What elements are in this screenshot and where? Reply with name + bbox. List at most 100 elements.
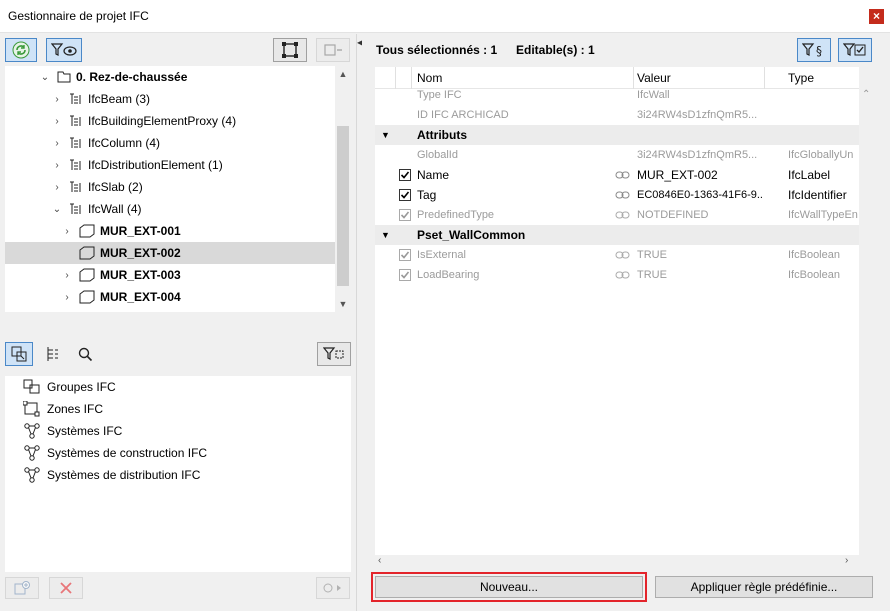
scroll-up-icon[interactable]: ▲: [335, 66, 351, 82]
column-header-value[interactable]: Valeur: [637, 71, 671, 85]
tree-scrollbar[interactable]: ▲ ▼: [335, 66, 351, 312]
property-row-id-ifc[interactable]: ID IFC ARCHICAD 3i24RW4sD1zfnQmR5...: [375, 105, 859, 125]
tree-row-ifcbeam[interactable]: › IfcBeam (3): [5, 88, 335, 110]
scroll-down-icon[interactable]: ▼: [335, 296, 351, 312]
predefinedtype-checkbox[interactable]: [399, 209, 411, 221]
select-in-model-button[interactable]: [273, 38, 307, 62]
property-row-predefinedtype[interactable]: PredefinedType NOTDEFINED IfcWallTypeEn: [375, 205, 859, 225]
storey-icon: [57, 71, 71, 83]
name-checkbox[interactable]: [399, 169, 411, 181]
tree-label: MUR_EXT-002: [100, 246, 181, 260]
groups-icon: [23, 379, 40, 394]
filter-selection-button[interactable]: [317, 342, 351, 366]
tag-checkbox[interactable]: [399, 189, 411, 201]
column-header-type[interactable]: Type: [788, 71, 814, 85]
tab-search[interactable]: [71, 342, 99, 366]
list-item-groupes[interactable]: Groupes IFC: [23, 376, 116, 398]
tree-row-ifcslab[interactable]: › IfcSlab (2): [5, 176, 335, 198]
chevron-right-icon[interactable]: ›: [61, 292, 73, 303]
property-row-type-ifc[interactable]: Type IFC IfcWall: [375, 85, 859, 105]
right-pane: Tous sélectionnés : 1 Editable(s) : 1 § …: [362, 34, 890, 611]
tab-groups[interactable]: [5, 342, 33, 366]
list-item-zones[interactable]: Zones IFC: [23, 398, 103, 420]
chevron-right-icon[interactable]: ›: [61, 270, 73, 281]
link-options-icon: [323, 583, 341, 593]
tree-row-wall-001[interactable]: › MUR_EXT-001: [5, 220, 335, 242]
tree-label: IfcBuildingElementProxy (4): [88, 114, 237, 128]
delete-button[interactable]: [49, 577, 83, 599]
left-footer: [0, 574, 356, 611]
collapse-triangle-icon[interactable]: ▼: [381, 130, 390, 140]
apply-predefined-rule-button[interactable]: Appliquer règle prédéfinie...: [655, 576, 873, 598]
tree-label: 0. Rez-de-chaussée: [76, 70, 188, 84]
tree-row-storey[interactable]: ⌄ 0. Rez-de-chaussée: [5, 66, 335, 88]
chevron-right-icon[interactable]: ›: [51, 138, 63, 149]
tree-row-ifccolumn[interactable]: › IfcColumn (4): [5, 132, 335, 154]
tree-label: IfcColumn (4): [88, 136, 161, 150]
filter-checked-button[interactable]: [838, 38, 872, 62]
wall-element-icon: [79, 224, 95, 238]
properties-vertical-scrollbar[interactable]: ⌃: [859, 67, 875, 555]
tree-label: MUR_EXT-001: [100, 224, 181, 238]
filter-check-icon: [843, 43, 866, 56]
scroll-up-icon[interactable]: ⌃: [862, 89, 870, 100]
filter-properties-button[interactable]: §: [797, 38, 831, 62]
ifc-class-icon: [70, 93, 81, 104]
scroll-left-icon[interactable]: ‹: [378, 555, 381, 566]
chevron-right-icon[interactable]: ›: [51, 116, 63, 127]
property-row-name[interactable]: Name MUR_EXT-002 IfcLabel: [375, 165, 859, 185]
hide-button[interactable]: [316, 38, 350, 62]
svg-text:§: §: [816, 44, 822, 57]
tab-tree[interactable]: [39, 342, 67, 366]
close-button[interactable]: ×: [869, 9, 884, 24]
tree-label: IfcWall (4): [88, 202, 142, 216]
options-button[interactable]: [316, 577, 350, 599]
property-row-loadbearing[interactable]: LoadBearing TRUE IfcBoolean: [375, 265, 859, 285]
collapse-triangle-icon[interactable]: ▼: [381, 230, 390, 240]
chevron-right-icon[interactable]: ›: [51, 94, 63, 105]
list-item-systemes-distribution[interactable]: Systèmes de distribution IFC: [23, 464, 200, 486]
refresh-button[interactable]: [5, 38, 37, 62]
properties-horizontal-scrollbar[interactable]: ‹ ›: [375, 555, 859, 569]
filter-view-button[interactable]: [46, 38, 82, 62]
tree-row-wall-004[interactable]: › MUR_EXT-004: [5, 286, 335, 308]
editable-count: Editable(s) : 1: [516, 43, 595, 57]
scroll-right-icon[interactable]: ›: [845, 555, 848, 566]
loadbearing-checkbox[interactable]: [399, 269, 411, 281]
tree-row-ifcdistributionelement[interactable]: › IfcDistributionElement (1): [5, 154, 335, 176]
left-pane: ⌄ 0. Rez-de-chaussée › IfcBeam (3) › Ifc…: [0, 34, 356, 611]
list-item-systemes[interactable]: Systèmes IFC: [23, 420, 122, 442]
lower-tabs: [5, 340, 351, 370]
new-button[interactable]: Nouveau...: [375, 576, 643, 598]
scroll-thumb[interactable]: [337, 126, 349, 286]
chevron-right-icon[interactable]: ›: [51, 182, 63, 193]
chevron-down-icon[interactable]: ⌄: [39, 72, 51, 83]
chevron-right-icon[interactable]: ›: [51, 160, 63, 171]
tree-row-ifcwall[interactable]: ⌄ IfcWall (4): [5, 198, 335, 220]
chevron-right-icon[interactable]: ›: [61, 226, 73, 237]
tree-row-ifcbuildingelementproxy[interactable]: › IfcBuildingElementProxy (4): [5, 110, 335, 132]
systems-icon: [24, 423, 40, 439]
list-item-systemes-construction[interactable]: Systèmes de construction IFC: [23, 442, 207, 464]
tree-row-wall-003[interactable]: › MUR_EXT-003: [5, 264, 335, 286]
property-row-tag[interactable]: Tag EC0846E0-1363-41F6-9... IfcIdentifie…: [375, 185, 859, 205]
selection-remove-icon: [324, 44, 342, 56]
tree-tab-icon: [47, 347, 58, 361]
link-icon: [615, 211, 630, 219]
isexternal-checkbox[interactable]: [399, 249, 411, 261]
search-icon: [78, 347, 93, 362]
tree-row-wall-002[interactable]: MUR_EXT-002: [5, 242, 335, 264]
new-group-button[interactable]: [5, 577, 39, 599]
property-row-globalid[interactable]: GlobalId 3i24RW4sD1zfnQmR5... IfcGloball…: [375, 145, 859, 165]
list-item-label: Groupes IFC: [47, 380, 116, 394]
chevron-down-icon[interactable]: ⌄: [51, 204, 63, 215]
section-attributs[interactable]: ▼ Attributs: [375, 125, 859, 145]
selection-icon: [282, 42, 298, 58]
ifc-class-icon: [70, 115, 81, 126]
properties-grid: Nom Valeur Type Type IFC IfcWall ID IFC …: [375, 67, 859, 569]
section-pset-wallcommon[interactable]: ▼ Pset_WallCommon: [375, 225, 859, 245]
all-selected-count: Tous sélectionnés : 1: [376, 43, 498, 57]
column-header-name[interactable]: Nom: [417, 71, 442, 85]
tree-label: IfcBeam (3): [88, 92, 151, 106]
property-row-isexternal[interactable]: IsExternal TRUE IfcBoolean: [375, 245, 859, 265]
